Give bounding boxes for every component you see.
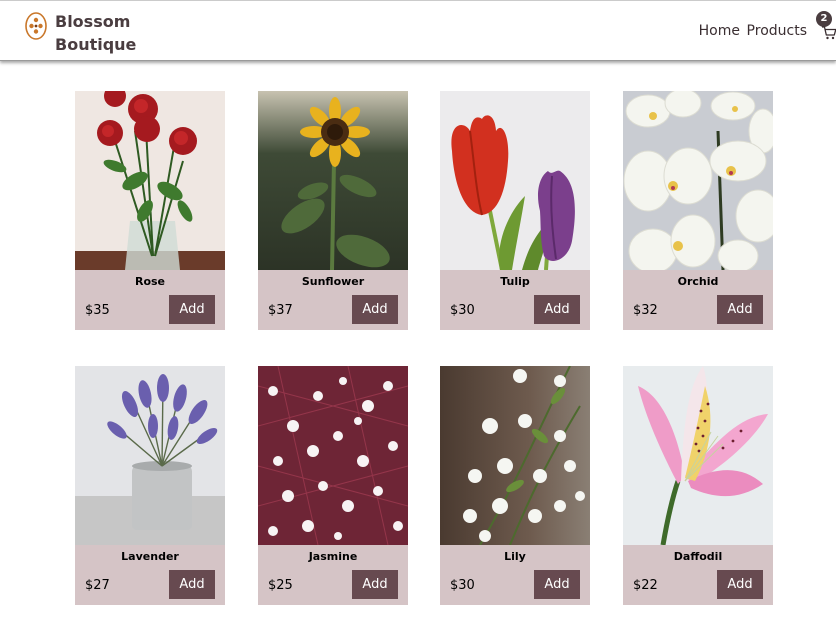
add-to-cart-button-sunflower[interactable]: Add (352, 295, 398, 324)
product-card-orchid: Orchid $32 Add (623, 91, 773, 330)
cart-button[interactable]: 2 (814, 11, 836, 43)
product-card-rose: Rose $35 Add (75, 91, 225, 330)
product-price: $30 (450, 303, 475, 318)
add-to-cart-button-rose[interactable]: Add (169, 295, 215, 324)
product-card-sunflower: Sunflower $37 Add (258, 91, 408, 330)
product-card-lily: Lily $30 Add (440, 366, 590, 605)
product-name: Jasmine (308, 550, 358, 563)
add-to-cart-button-tulip[interactable]: Add (534, 295, 580, 324)
lily-image[interactable] (440, 366, 590, 545)
product-name: Rose (134, 275, 166, 288)
product-card-tulip: Tulip $30 Add (440, 91, 590, 330)
header: Blossom Boutique Home Products 2 (0, 1, 836, 61)
add-to-cart-button-daffodil[interactable]: Add (717, 570, 763, 599)
brand-name[interactable]: Blossom Boutique (55, 10, 136, 56)
add-to-cart-button-lavender[interactable]: Add (169, 570, 215, 599)
product-name: Lavender (121, 550, 179, 563)
rose-image[interactable] (75, 91, 225, 270)
product-name: Orchid (677, 275, 719, 288)
orchid-image[interactable] (623, 91, 773, 270)
product-price: $35 (85, 303, 110, 318)
product-price: $25 (268, 578, 293, 593)
nav-products-link[interactable]: Products (747, 23, 807, 39)
brand-line-1: Blossom (55, 12, 131, 31)
product-price: $27 (85, 578, 110, 593)
product-price: $37 (268, 303, 293, 318)
product-price: $22 (633, 578, 658, 593)
product-card-daffodil: Daffodil $22 Add (623, 366, 773, 605)
product-price: $32 (633, 303, 658, 318)
add-to-cart-button-jasmine[interactable]: Add (352, 570, 398, 599)
product-name: Tulip (500, 275, 530, 288)
add-to-cart-button-orchid[interactable]: Add (717, 295, 763, 324)
product-name: Daffodil (673, 550, 723, 563)
product-card-jasmine: Jasmine $25 Add (258, 366, 408, 605)
brand-line-2: Boutique (55, 35, 137, 54)
product-name: Sunflower (301, 275, 365, 288)
lavender-image[interactable] (75, 366, 225, 545)
add-to-cart-button-lily[interactable]: Add (534, 570, 580, 599)
tulip-image[interactable] (440, 91, 590, 270)
cart-icon (822, 26, 836, 40)
flower-logo-icon[interactable] (24, 11, 48, 41)
nav-home-link[interactable]: Home (699, 23, 740, 39)
jasmine-image[interactable] (258, 366, 408, 545)
product-price: $30 (450, 578, 475, 593)
sunflower-image[interactable] (258, 91, 408, 270)
daffodil-image[interactable] (623, 366, 773, 545)
product-card-lavender: Lavender $27 Add (75, 366, 225, 605)
product-name: Lily (504, 550, 526, 563)
